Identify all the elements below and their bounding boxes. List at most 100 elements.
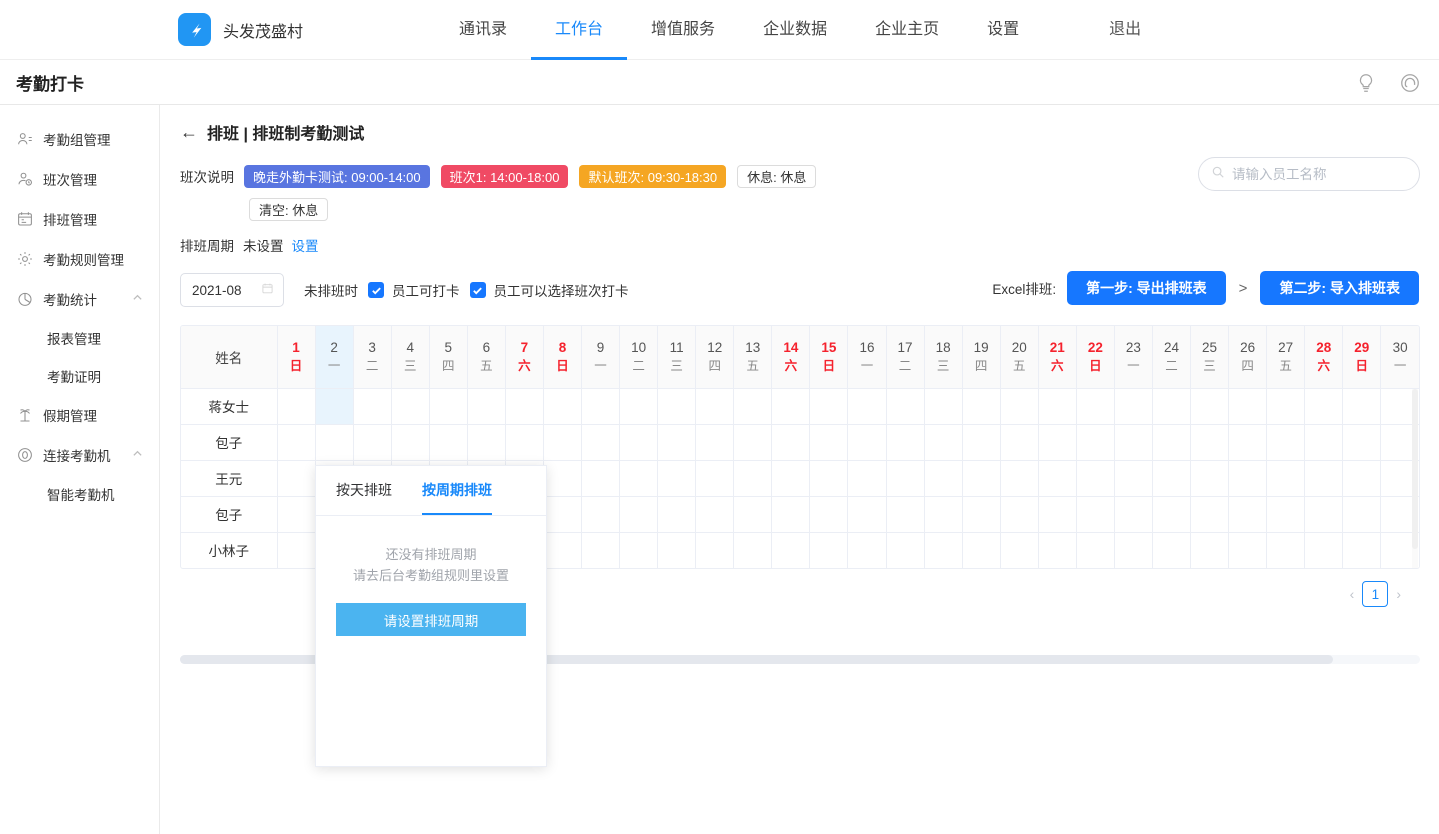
chevron-up-icon[interactable]: [132, 448, 143, 462]
schedule-cell[interactable]: [658, 496, 696, 532]
schedule-cell[interactable]: [467, 424, 505, 460]
column-header-day-28[interactable]: 28六: [1305, 326, 1343, 388]
brand[interactable]: 头发茂盛村: [178, 13, 303, 46]
schedule-cell[interactable]: [962, 532, 1000, 568]
schedule-cell[interactable]: [582, 388, 620, 424]
schedule-cell[interactable]: [772, 424, 810, 460]
column-header-day-24[interactable]: 24二: [1152, 326, 1190, 388]
column-header-day-19[interactable]: 19四: [962, 326, 1000, 388]
column-header-day-9[interactable]: 9一: [582, 326, 620, 388]
schedule-cell[interactable]: [1267, 424, 1305, 460]
column-header-day-30[interactable]: 30一: [1381, 326, 1419, 388]
schedule-cell[interactable]: [886, 388, 924, 424]
sidebar-item-connect-device[interactable]: 连接考勤机: [0, 435, 159, 475]
sidebar-item-attendance-group[interactable]: 考勤组管理: [0, 119, 159, 159]
schedule-cell[interactable]: [734, 496, 772, 532]
schedule-cell[interactable]: [924, 496, 962, 532]
schedule-cell[interactable]: [772, 532, 810, 568]
schedule-cell[interactable]: [1152, 460, 1190, 496]
column-header-day-5[interactable]: 5四: [429, 326, 467, 388]
nav-item-logout[interactable]: 退出: [1085, 0, 1165, 60]
schedule-cell[interactable]: [1305, 460, 1343, 496]
schedule-cell[interactable]: [886, 460, 924, 496]
schedule-cell[interactable]: [1343, 424, 1381, 460]
sidebar-item-schedule-management[interactable]: 排班管理: [0, 199, 159, 239]
schedule-cell[interactable]: [1000, 460, 1038, 496]
schedule-cell[interactable]: [1000, 496, 1038, 532]
schedule-cell[interactable]: [391, 388, 429, 424]
sidebar-item-report-management[interactable]: 报表管理: [0, 319, 159, 357]
schedule-cell[interactable]: [810, 424, 848, 460]
schedule-cell[interactable]: [696, 424, 734, 460]
column-header-day-15[interactable]: 15日: [810, 326, 848, 388]
schedule-cell[interactable]: [620, 532, 658, 568]
schedule-cell[interactable]: [962, 496, 1000, 532]
schedule-cell[interactable]: [1076, 424, 1114, 460]
schedule-cell[interactable]: [772, 460, 810, 496]
pagination-page-1[interactable]: 1: [1362, 581, 1388, 607]
schedule-cell[interactable]: [810, 460, 848, 496]
shift-badge-rest[interactable]: 休息: 休息: [737, 165, 816, 188]
column-header-day-10[interactable]: 10二: [620, 326, 658, 388]
schedule-cell[interactable]: [277, 496, 315, 532]
schedule-cell[interactable]: [1152, 532, 1190, 568]
schedule-cell[interactable]: [1152, 388, 1190, 424]
schedule-cell[interactable]: [848, 496, 886, 532]
schedule-cell[interactable]: [962, 424, 1000, 460]
schedule-cell[interactable]: [391, 424, 429, 460]
column-header-day-16[interactable]: 16一: [848, 326, 886, 388]
sidebar-item-attendance-certificate[interactable]: 考勤证明: [0, 357, 159, 395]
column-header-day-26[interactable]: 26四: [1229, 326, 1267, 388]
schedule-cell[interactable]: [353, 388, 391, 424]
schedule-cell[interactable]: [277, 424, 315, 460]
schedule-cell[interactable]: [1038, 496, 1076, 532]
schedule-cell[interactable]: [315, 424, 353, 460]
schedule-cell[interactable]: [1229, 424, 1267, 460]
schedule-cell[interactable]: [1038, 388, 1076, 424]
schedule-cell[interactable]: [1076, 532, 1114, 568]
schedule-cell[interactable]: [1267, 496, 1305, 532]
schedule-cell[interactable]: [1076, 460, 1114, 496]
schedule-cell[interactable]: [962, 460, 1000, 496]
schedule-cell[interactable]: [1191, 388, 1229, 424]
sidebar-item-smart-device[interactable]: 智能考勤机: [0, 475, 159, 513]
schedule-cell[interactable]: [1305, 532, 1343, 568]
schedule-cell[interactable]: [353, 424, 391, 460]
nav-item-value-services[interactable]: 增值服务: [627, 0, 739, 60]
schedule-cell[interactable]: [1191, 532, 1229, 568]
schedule-cell[interactable]: [1305, 424, 1343, 460]
schedule-cell[interactable]: [810, 388, 848, 424]
schedule-cell[interactable]: [848, 460, 886, 496]
sidebar-item-holiday-management[interactable]: 假期管理: [0, 395, 159, 435]
schedule-cell[interactable]: [1152, 496, 1190, 532]
schedule-cell[interactable]: [543, 424, 581, 460]
nav-item-settings[interactable]: 设置: [963, 0, 1043, 60]
schedule-cell[interactable]: [1114, 388, 1152, 424]
schedule-cell[interactable]: [886, 532, 924, 568]
sidebar-item-attendance-statistics[interactable]: 考勤统计: [0, 279, 159, 319]
schedule-cycle-set-link[interactable]: 设置: [292, 235, 319, 255]
schedule-cell[interactable]: [543, 460, 581, 496]
column-header-day-1[interactable]: 1日: [277, 326, 315, 388]
column-header-day-3[interactable]: 3二: [353, 326, 391, 388]
schedule-cell[interactable]: [467, 388, 505, 424]
schedule-cell[interactable]: [810, 532, 848, 568]
schedule-cell[interactable]: [962, 388, 1000, 424]
column-header-day-12[interactable]: 12四: [696, 326, 734, 388]
column-header-day-21[interactable]: 21六: [1038, 326, 1076, 388]
search-input-wrapper[interactable]: [1198, 157, 1420, 191]
schedule-cell[interactable]: [620, 460, 658, 496]
set-schedule-cycle-button[interactable]: 请设置排班周期: [336, 603, 526, 636]
vertical-scrollbar[interactable]: [1412, 389, 1418, 569]
schedule-cell[interactable]: [1229, 388, 1267, 424]
column-header-day-8[interactable]: 8日: [543, 326, 581, 388]
schedule-cell[interactable]: [1191, 496, 1229, 532]
schedule-cell[interactable]: [696, 388, 734, 424]
schedule-cell[interactable]: [543, 496, 581, 532]
schedule-cell[interactable]: [1000, 532, 1038, 568]
schedule-cell[interactable]: [505, 388, 543, 424]
schedule-cell[interactable]: [1000, 388, 1038, 424]
pagination-prev[interactable]: ‹: [1350, 586, 1355, 602]
schedule-cell[interactable]: [620, 424, 658, 460]
shift-badge-clear[interactable]: 清空: 休息: [249, 198, 328, 221]
